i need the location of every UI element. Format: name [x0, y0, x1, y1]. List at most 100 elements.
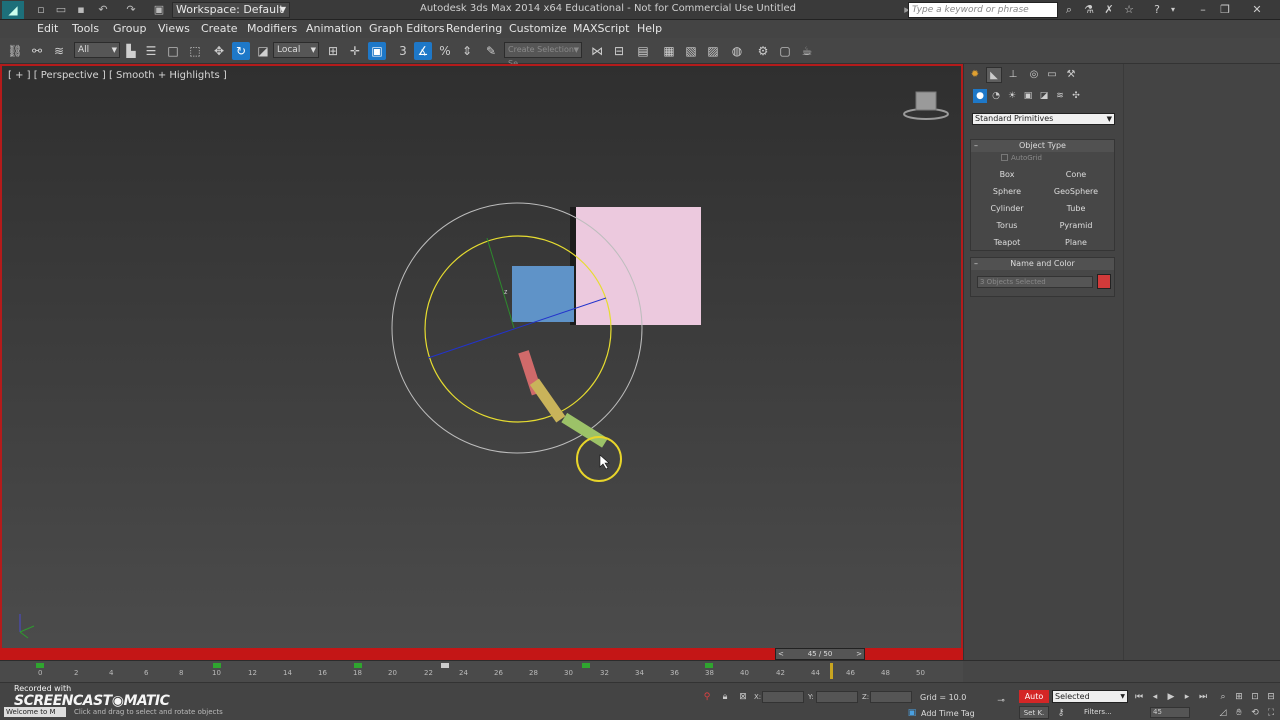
track-bar[interactable]: 0 2 4 6 8 10 12 14 16 18 20 22 24 26 28 … [0, 660, 963, 682]
link-icon[interactable]: ⛓ [6, 42, 24, 60]
current-frame-field[interactable]: 45 [1150, 707, 1190, 718]
field-of-view-icon[interactable]: ◿ [1216, 707, 1230, 719]
pink-plane-object[interactable] [574, 207, 701, 325]
help-icon[interactable]: ? [1150, 3, 1164, 17]
pyramid-button[interactable]: Pyramid [1043, 219, 1109, 233]
viewport-scene[interactable]: z [2, 66, 961, 662]
key-filter-dropdown[interactable]: Selected ▼ [1052, 690, 1128, 703]
select-manipulate-icon[interactable]: ✛ [346, 42, 364, 60]
align-icon[interactable]: ⊟ [610, 42, 628, 60]
rotate-icon[interactable]: ↻ [232, 42, 250, 60]
render-setup-icon[interactable]: ⚙ [754, 42, 772, 60]
maxscript-listener-field[interactable]: Welcome to M [4, 707, 66, 717]
perspective-viewport[interactable]: [ + ] [ Perspective ] [ Smooth + Highlig… [0, 64, 963, 660]
previous-frame-icon[interactable]: ◂ [1148, 691, 1162, 703]
material-editor-icon[interactable]: ◍ [728, 42, 746, 60]
y-coordinate-field[interactable] [816, 691, 858, 703]
time-slider-thumb[interactable]: < 45 / 50 > [775, 648, 865, 660]
save-file-icon[interactable]: ▪ [74, 3, 88, 16]
torus-button[interactable]: Torus [974, 219, 1040, 233]
hierarchy-tab-icon[interactable]: ⊥ [1005, 67, 1021, 83]
menu-modifiers[interactable]: Modifiers [247, 22, 297, 35]
motion-tab-icon[interactable]: ◎ [1026, 67, 1042, 83]
rotate-gizmo-green-axis[interactable] [486, 237, 515, 329]
systems-category-icon[interactable]: ✣ [1069, 89, 1083, 103]
unlink-icon[interactable]: ⚯ [28, 42, 46, 60]
graphite-ribbon-icon[interactable]: ▦ [660, 42, 678, 60]
communication-icon[interactable]: ✗ [1102, 3, 1116, 17]
edit-named-selection-icon[interactable]: ✎ [482, 42, 500, 60]
object-name-field[interactable]: 3 Objects Selected [977, 276, 1093, 288]
select-by-name-icon[interactable]: ☰ [142, 42, 160, 60]
restore-icon[interactable]: ❐ [1218, 3, 1232, 17]
lights-category-icon[interactable]: ☀ [1005, 89, 1019, 103]
keyframe-marker[interactable] [36, 663, 44, 668]
pivot-center-icon[interactable]: ⊞ [324, 42, 342, 60]
space-warps-category-icon[interactable]: ≋ [1053, 89, 1067, 103]
mirror-icon[interactable]: ⋈ [588, 42, 606, 60]
new-file-icon[interactable]: ▫ [34, 3, 48, 16]
keyframe-marker[interactable] [582, 663, 590, 668]
name-and-color-rollout-header[interactable]: – Name and Color [971, 258, 1114, 270]
prev-frame-arrow[interactable]: < [778, 649, 784, 659]
play-icon[interactable]: ▶ [1164, 691, 1178, 703]
utilities-tab-icon[interactable]: ⚒ [1063, 67, 1079, 83]
tube-button[interactable]: Tube [1043, 202, 1109, 216]
menu-group[interactable]: Group [113, 22, 147, 35]
autogrid-checkbox[interactable]: AutoGrid [1001, 154, 1042, 162]
cylinder-button[interactable]: Cylinder [974, 202, 1040, 216]
next-frame-arrow[interactable]: > [856, 649, 862, 659]
keyframe-marker[interactable] [354, 663, 362, 668]
isolate-selection-icon[interactable]: ⚲ [700, 691, 714, 703]
x-coordinate-field[interactable] [762, 691, 804, 703]
cone-button[interactable]: Cone [1043, 168, 1109, 182]
menu-views[interactable]: Views [158, 22, 190, 35]
select-object-icon[interactable]: ▙ [122, 42, 140, 60]
selection-lock-icon[interactable]: 🔒︎ [718, 691, 732, 703]
move-icon[interactable]: ✥ [210, 42, 228, 60]
box-button[interactable]: Box [974, 168, 1040, 182]
absolute-mode-icon[interactable]: ⊠ [736, 691, 750, 703]
orbit-icon[interactable]: ⟲ [1248, 707, 1262, 719]
undo-icon[interactable]: ↶ [96, 3, 110, 16]
key-mode-icon[interactable]: ⊸ [994, 695, 1008, 707]
object-type-rollout-header[interactable]: – Object Type [971, 140, 1114, 152]
menu-maxscript[interactable]: MAXScript [573, 22, 629, 35]
scale-icon[interactable]: ◪ [254, 42, 272, 60]
redo-icon[interactable]: ↷ [124, 3, 138, 16]
shapes-category-icon[interactable]: ◔ [989, 89, 1003, 103]
pan-icon[interactable]: ✋︎ [1232, 707, 1246, 719]
reference-coord-dropdown[interactable]: Local ▼ [273, 42, 319, 58]
geometry-category-icon[interactable]: ● [973, 89, 987, 103]
z-coordinate-field[interactable] [870, 691, 912, 703]
teapot-button[interactable]: Teapot [974, 236, 1040, 250]
maximize-viewport-icon[interactable]: ⛶ [1264, 707, 1278, 719]
menu-create[interactable]: Create [201, 22, 238, 35]
go-to-start-icon[interactable]: ⏮ [1132, 691, 1146, 703]
percent-snap-icon[interactable]: % [436, 42, 454, 60]
curve-editor-icon[interactable]: ▧ [682, 42, 700, 60]
time-tag-icon[interactable]: ▣ [905, 707, 919, 719]
close-icon[interactable]: ✕ [1250, 3, 1264, 17]
add-time-tag-button[interactable]: Add Time Tag [921, 709, 975, 718]
menu-graph-editors[interactable]: Graph Editors [369, 22, 445, 35]
geosphere-button[interactable]: GeoSphere [1043, 185, 1109, 199]
project-folder-icon[interactable]: ▣ [152, 3, 166, 16]
keyboard-shortcut-override-icon[interactable]: ▣ [368, 42, 386, 60]
blue-box-object[interactable] [512, 266, 574, 322]
selection-filter-dropdown[interactable]: All ▼ [74, 42, 120, 58]
zoom-all-icon[interactable]: ⊞ [1232, 691, 1246, 703]
viewcube-icon[interactable] [903, 91, 949, 120]
zoom-extents-all-icon[interactable]: ⊟ [1264, 691, 1278, 703]
named-selection-dropdown[interactable]: Create Selection Se ▼ [504, 42, 582, 68]
window-crossing-icon[interactable]: ⬚ [186, 42, 204, 60]
open-file-icon[interactable]: ▭ [54, 3, 68, 16]
key-icon[interactable]: ⚷ [1054, 707, 1068, 719]
minimize-icon[interactable]: – [1196, 3, 1210, 17]
bind-space-warp-icon[interactable]: ≋ [50, 42, 68, 60]
favorites-star-icon[interactable]: ☆ [1122, 3, 1136, 17]
helpers-category-icon[interactable]: ◪ [1037, 89, 1051, 103]
primitive-type-dropdown[interactable]: Standard Primitives ▼ [972, 113, 1115, 125]
key-filters-button[interactable]: Filters... [1084, 708, 1112, 716]
create-tab-icon[interactable]: ✹ [967, 67, 983, 83]
